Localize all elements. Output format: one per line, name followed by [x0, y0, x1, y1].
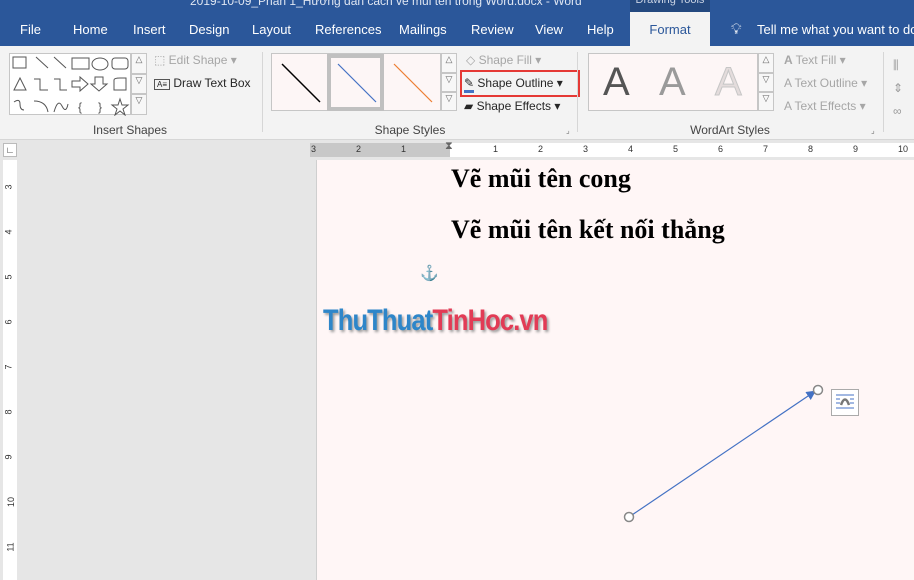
edit-shape-button[interactable]: ⬚ Edit Shape ▾	[154, 53, 237, 67]
ruler-number: 11	[5, 542, 16, 552]
text-effects-icon: A	[784, 99, 795, 113]
shapes-icons: {}	[12, 56, 130, 117]
text-fill-icon: A	[784, 53, 796, 67]
wordart-scroll-up[interactable]: △	[758, 53, 774, 73]
ruler-number: 2	[356, 144, 362, 154]
ruler-number: 6	[3, 319, 14, 325]
insert-shapes-label: Insert Shapes	[92, 123, 168, 137]
ruler-number: 2	[538, 144, 544, 154]
edit-shape-icon: ⬚	[154, 53, 169, 67]
straight-arrow-connector[interactable]	[628, 390, 816, 518]
shapes-more[interactable]: ▽	[131, 94, 147, 115]
styles-scroll-up[interactable]: △	[441, 53, 457, 73]
wrap-text-icon	[836, 394, 854, 409]
shape-effects-icon: ▰	[464, 99, 477, 113]
wordart-style-3[interactable]: A	[715, 60, 743, 105]
wordart-style-2[interactable]: A	[659, 60, 686, 105]
text-outline-button[interactable]: A Text Outline ▾	[784, 76, 867, 90]
wordart-style-1[interactable]: A	[603, 60, 630, 105]
ruler-number: 3	[583, 144, 589, 154]
wordart-styles-label: WordArt Styles	[690, 123, 770, 137]
ruler-number: 1	[493, 144, 499, 154]
shape-styles-label: Shape Styles	[374, 123, 446, 137]
paint-bucket-icon: ◇	[466, 53, 479, 67]
lightbulb-icon: 💡︎	[731, 21, 742, 38]
tab-layout[interactable]: Layout	[252, 12, 291, 46]
title-bar: 2019-10-09_Phần 1_Hướng dẫn cách vẽ mũi …	[0, 0, 914, 12]
ruler-number: 8	[808, 144, 814, 154]
divider	[262, 52, 263, 132]
document-page[interactable]: Vẽ mũi tên cong Vẽ mũi tên kết nối thẳng…	[316, 160, 914, 580]
divider	[883, 52, 884, 132]
tab-selector-icon[interactable]: ∟	[3, 143, 17, 157]
shape-outline-button[interactable]: ✎ Shape Outline ▾	[464, 76, 563, 93]
tab-insert[interactable]: Insert	[133, 12, 166, 46]
layout-options-button[interactable]	[831, 389, 859, 416]
tab-design[interactable]: Design	[189, 12, 229, 46]
ruler-number: 4	[628, 144, 634, 154]
dialog-launcher-icon[interactable]: ⌟	[566, 126, 570, 135]
text-outline-icon: A	[784, 76, 795, 90]
ruler-number: 10	[6, 496, 17, 508]
shape-fill-button[interactable]: ◇ Shape Fill ▾	[466, 53, 541, 67]
indent-marker[interactable]: ⧗	[445, 140, 453, 153]
svg-text:}: }	[98, 100, 102, 114]
shape-styles-gallery[interactable]	[271, 53, 441, 111]
tab-file[interactable]: File	[20, 12, 41, 46]
ruler-number: 1	[401, 144, 407, 154]
ruler-number: 9	[3, 454, 14, 460]
ruler-number: 6	[718, 144, 724, 154]
text-tools-icons[interactable]: ⫼ ⇕ ∞	[893, 54, 903, 123]
end-handle[interactable]	[812, 384, 824, 396]
text-effects-button[interactable]: A Text Effects ▾	[784, 99, 866, 113]
vertical-ruler[interactable]: 3 4 5 6 7 8 9 10 11	[0, 160, 20, 580]
text-fill-button[interactable]: A Text Fill ▾	[784, 53, 846, 67]
tab-view[interactable]: View	[535, 12, 563, 46]
window-title: 2019-10-09_Phần 1_Hướng dẫn cách vẽ mũi …	[190, 0, 582, 8]
tab-home[interactable]: Home	[73, 12, 108, 46]
dialog-launcher-icon[interactable]: ⌟	[871, 126, 875, 135]
svg-text:{: {	[78, 100, 82, 114]
shape-effects-button[interactable]: ▰ Shape Effects ▾	[464, 99, 560, 113]
draw-text-box-button[interactable]: A≡ Draw Text Box	[154, 76, 251, 90]
tab-review[interactable]: Review	[471, 12, 514, 46]
ruler-number: 7	[763, 144, 769, 154]
divider	[577, 52, 578, 132]
tab-mailings[interactable]: Mailings	[399, 12, 447, 46]
ruler-number: 3	[3, 184, 14, 190]
arrow-layer	[623, 384, 824, 523]
ruler-number: 3	[311, 144, 317, 154]
start-handle[interactable]	[623, 511, 635, 523]
style-previews	[281, 54, 433, 111]
pen-outline-icon: ✎	[464, 76, 475, 93]
shapes-gallery[interactable]: {}	[9, 53, 131, 117]
ruler-number: 5	[673, 144, 679, 154]
styles-more[interactable]: ▽	[441, 92, 457, 111]
ruler-number: 9	[853, 144, 859, 154]
horizontal-ruler[interactable]: 3 2 1 1 2 3 4 5 6 7 8 9 10 ⧗	[20, 140, 914, 160]
text-box-icon: A≡	[154, 79, 171, 90]
wordart-more[interactable]: ▽	[758, 92, 774, 111]
ribbon: {} △ ▽ ▽ ⬚ Edit Shape ▾ A≡ Draw Text Box…	[0, 46, 914, 140]
tell-me-search[interactable]: Tell me what you want to do	[757, 12, 914, 46]
wordart-scroll-down[interactable]: ▽	[758, 73, 774, 92]
ruler-number: 7	[3, 364, 14, 370]
ribbon-tabs: File Home Insert Design Layout Reference…	[0, 12, 914, 46]
drawing-tools-label: Drawing Tools	[630, 0, 710, 12]
ruler-number: 4	[3, 229, 14, 235]
shapes-scroll-down[interactable]: ▽	[131, 74, 147, 94]
styles-scroll-down[interactable]: ▽	[441, 73, 457, 92]
tab-references[interactable]: References	[315, 12, 381, 46]
ruler-number: 10	[898, 144, 909, 154]
tab-help[interactable]: Help	[587, 12, 614, 46]
tab-format[interactable]: Format	[630, 12, 710, 46]
ruler-number: 5	[3, 274, 14, 280]
ruler-number: 8	[3, 409, 14, 415]
wordart-gallery[interactable]: A A A	[588, 53, 758, 111]
shapes-scroll-up[interactable]: △	[131, 53, 147, 74]
